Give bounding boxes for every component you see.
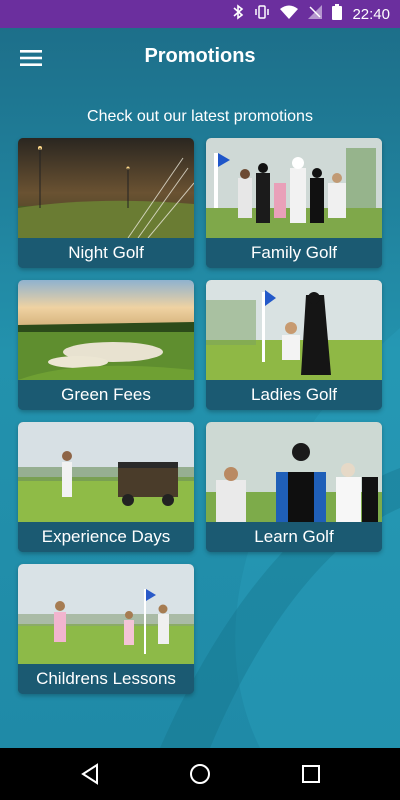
app-content: Promotions Check out our latest promotio… — [0, 28, 400, 748]
navigation-bar — [0, 748, 400, 800]
promotion-label: Childrens Lessons — [18, 664, 194, 694]
status-bar: 22:40 — [0, 0, 400, 28]
promotion-card-night-golf[interactable]: Night Golf — [18, 138, 194, 268]
promotion-label: Green Fees — [18, 380, 194, 410]
page-title: Promotions — [144, 45, 256, 67]
back-icon[interactable] — [76, 760, 104, 788]
promotion-card-family-golf[interactable]: Family Golf — [206, 138, 382, 268]
promotion-label: Family Golf — [206, 238, 382, 268]
promotion-label: Experience Days — [18, 522, 194, 552]
promotions-subtitle: Check out our latest promotions — [87, 108, 313, 125]
family-golf-photo — [206, 138, 382, 238]
experience-days-photo — [18, 422, 194, 522]
ladies-golf-photo — [206, 280, 382, 380]
promotion-card-ladies-golf[interactable]: Ladies Golf — [206, 280, 382, 410]
childrens-lessons-photo — [18, 564, 194, 664]
vibrate-icon — [254, 4, 270, 25]
toolbar: Promotions — [0, 28, 400, 88]
wifi-icon — [280, 5, 299, 24]
promotion-label: Ladies Golf — [206, 380, 382, 410]
promotion-card-green-fees[interactable]: Green Fees — [18, 280, 194, 410]
recents-icon[interactable] — [297, 760, 325, 788]
bluetooth-icon — [232, 3, 244, 25]
battery-icon — [332, 3, 343, 25]
promotion-card-experience-days[interactable]: Experience Days — [18, 422, 194, 552]
promotion-card-childrens-lessons[interactable]: Childrens Lessons — [18, 564, 194, 694]
status-time: 22:40 — [352, 5, 390, 23]
home-icon[interactable] — [186, 760, 214, 788]
green-fees-photo — [18, 280, 194, 380]
night-golf-photo — [18, 138, 194, 238]
promotion-label: Learn Golf — [206, 522, 382, 552]
learn-golf-photo — [206, 422, 382, 522]
promotion-label: Night Golf — [18, 238, 194, 268]
no-sim-icon — [308, 4, 323, 24]
promotion-card-learn-golf[interactable]: Learn Golf — [206, 422, 382, 552]
